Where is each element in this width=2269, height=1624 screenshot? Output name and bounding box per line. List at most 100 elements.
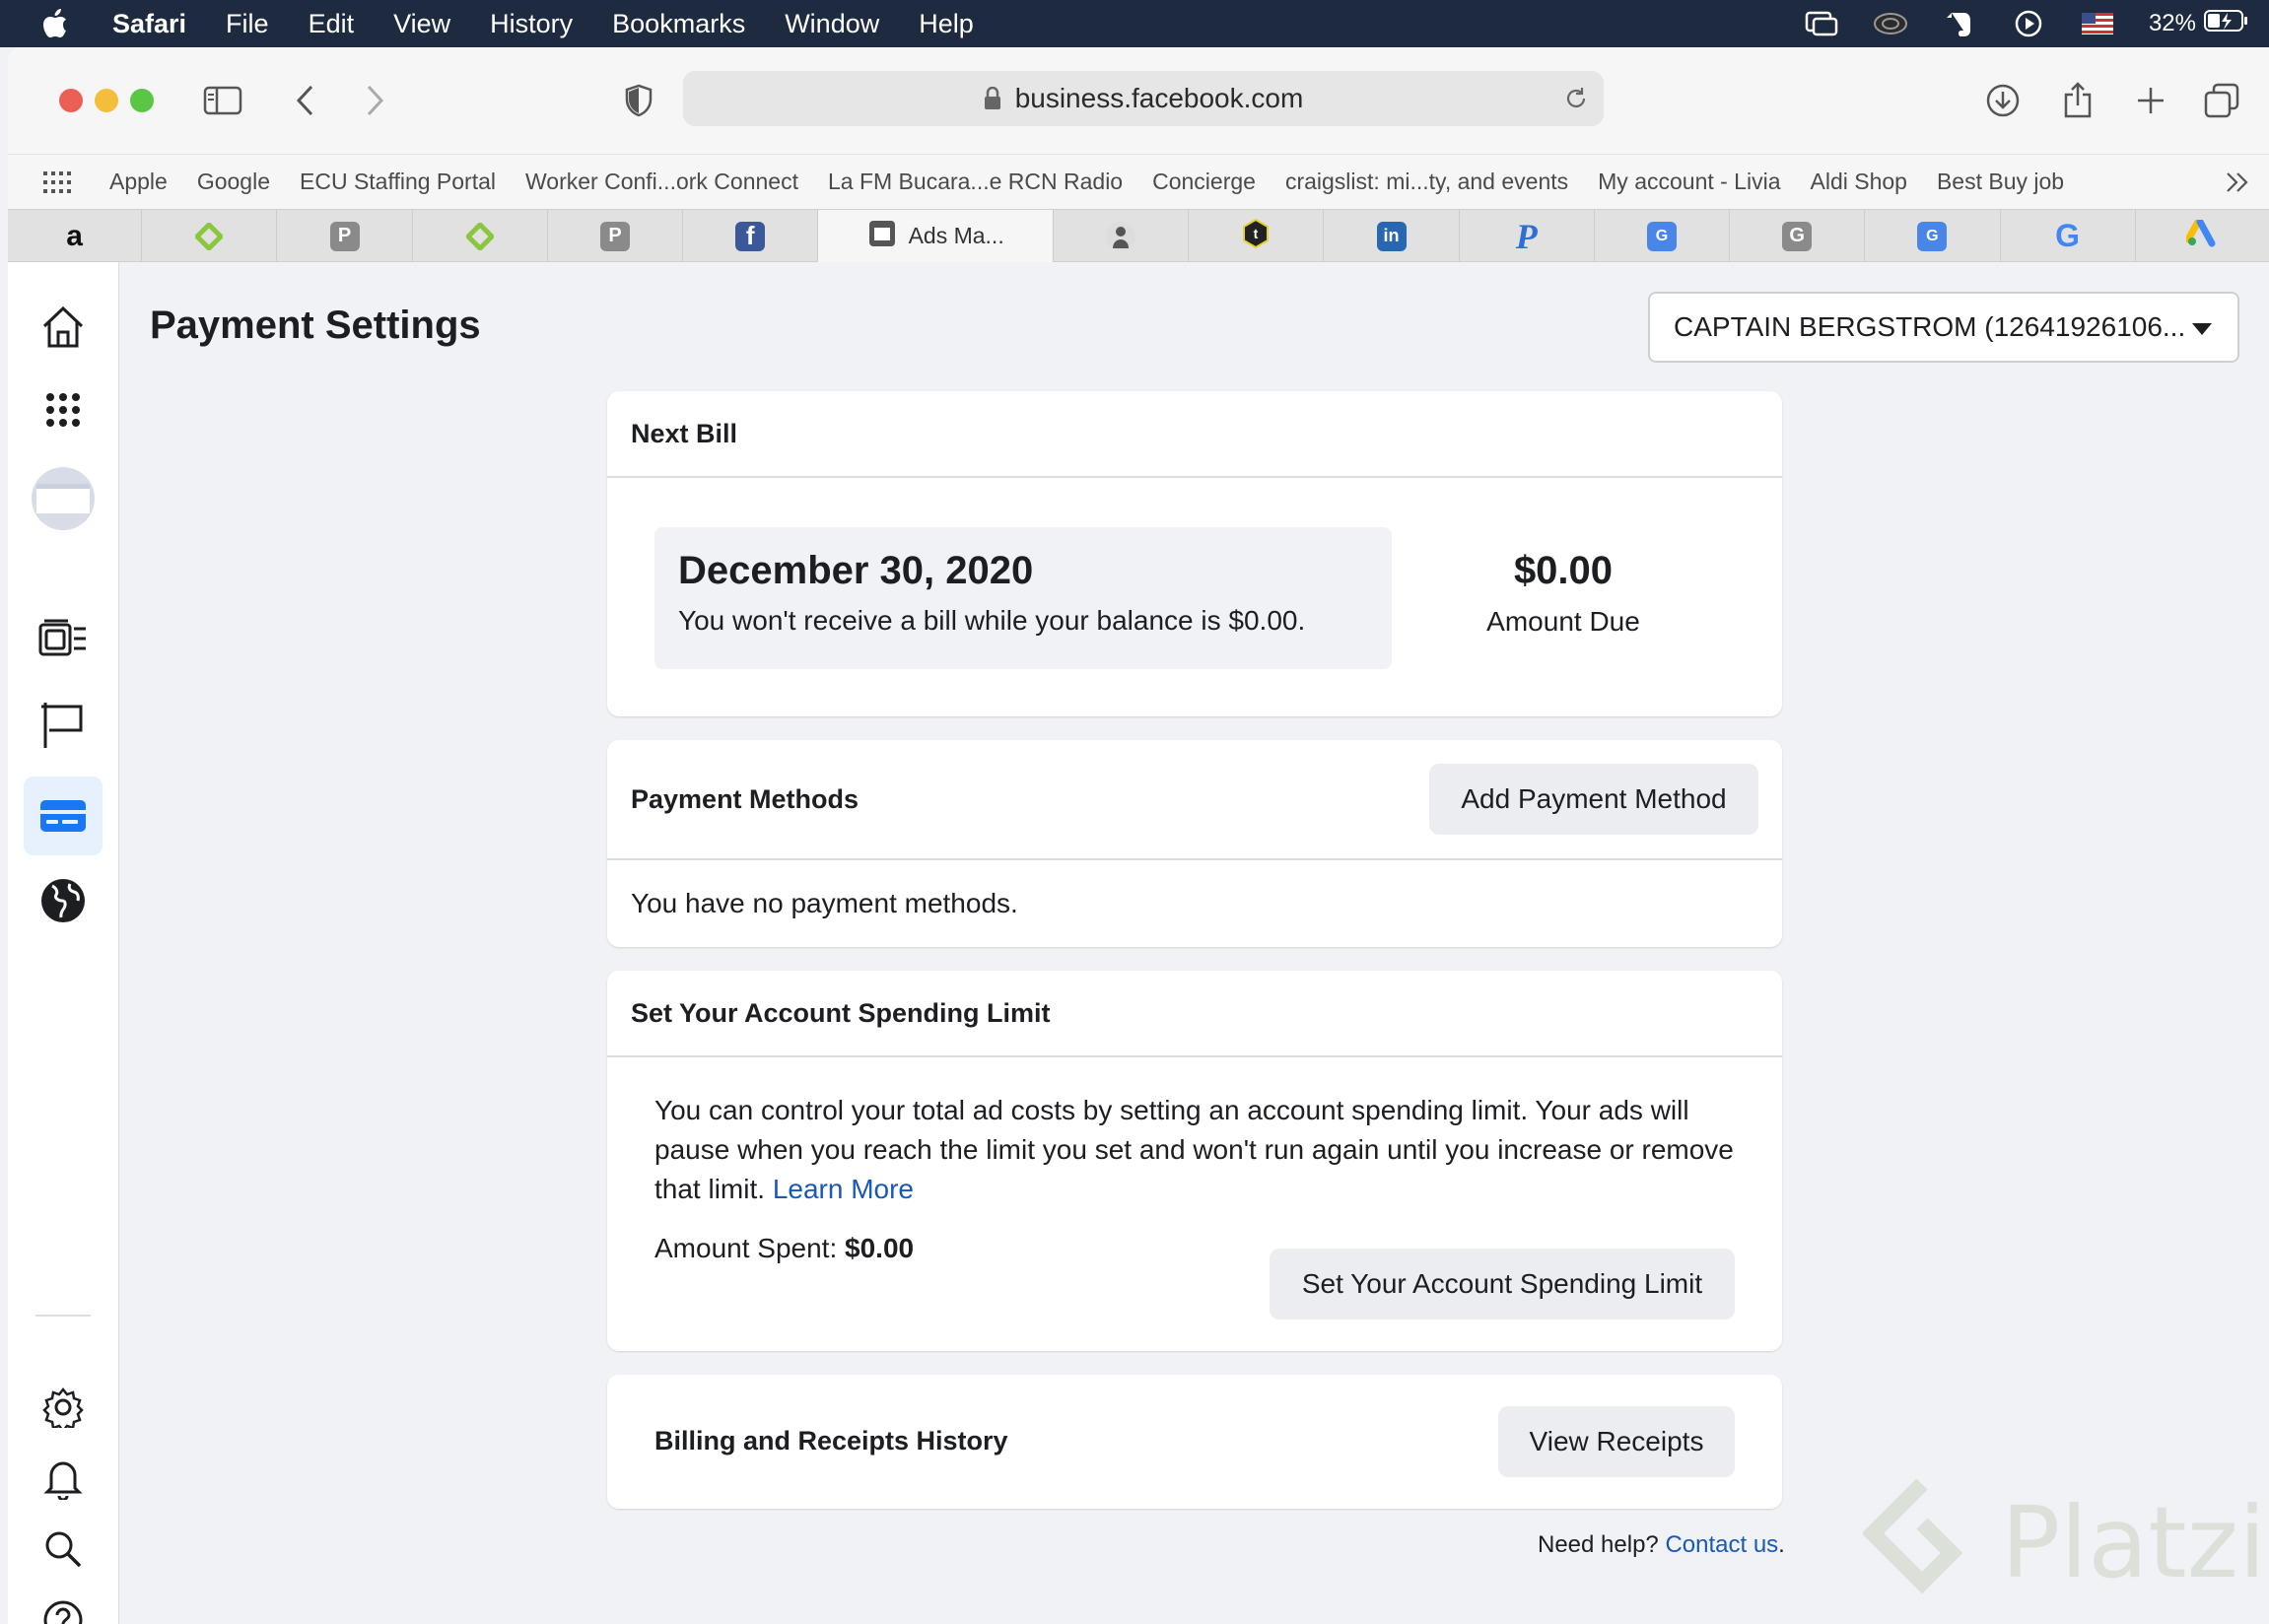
notifications-bell-icon[interactable]	[24, 1439, 103, 1518]
search-icon[interactable]	[24, 1510, 103, 1589]
tab-linkedin[interactable]: in	[1324, 210, 1460, 262]
green-diamond-icon	[194, 222, 224, 251]
bookmark-ecu-staffing[interactable]: ECU Staffing Portal	[285, 169, 511, 195]
avatar-icon	[1106, 221, 1136, 251]
campaigns-icon[interactable]	[24, 599, 103, 678]
view-receipts-button[interactable]: View Receipts	[1498, 1406, 1735, 1477]
play-circle-icon[interactable]	[2011, 9, 2046, 38]
paypal-icon: P	[1515, 216, 1538, 256]
no-payment-methods-text: You have no payment methods.	[631, 888, 1018, 918]
settings-gear-icon[interactable]	[24, 1368, 103, 1447]
menu-safari[interactable]: Safari	[83, 0, 206, 47]
flag-icon[interactable]	[24, 686, 103, 765]
tab-upwork-2[interactable]	[413, 210, 548, 262]
bookmark-apple[interactable]: Apple	[95, 169, 182, 195]
bookmark-my-account[interactable]: My account - Livia	[1583, 169, 1795, 195]
new-tab-plus-icon[interactable]	[2125, 75, 2176, 126]
spending-limit-heading: Set Your Account Spending Limit	[607, 971, 1782, 1057]
tab-g-gray[interactable]: G	[1730, 210, 1866, 262]
ad-account-selector[interactable]: CAPTAIN BERGSTROM (12641926106...	[1648, 292, 2239, 363]
back-arrow-icon[interactable]	[280, 75, 331, 126]
bookmark-worker-connect[interactable]: Worker Confi...ork Connect	[511, 169, 813, 195]
globe-icon[interactable]	[24, 861, 103, 940]
tab-facebook[interactable]: f	[683, 210, 819, 262]
tab-t[interactable]: t	[1189, 210, 1325, 262]
ads-manager-icon	[867, 219, 897, 254]
business-sidebar	[8, 262, 119, 1624]
billing-history-heading: Billing and Receipts History	[654, 1426, 1008, 1455]
google-ads-icon	[2184, 218, 2218, 253]
us-flag-input-icon[interactable]	[2080, 9, 2115, 38]
screen-mirroring-icon[interactable]	[1804, 9, 1839, 38]
bookmark-craigslist[interactable]: craigslist: mi...ty, and events	[1271, 169, 1583, 195]
platzi-watermark: Platzi	[1863, 1478, 2266, 1606]
minimize-window-button[interactable]	[95, 89, 118, 112]
tab-ads-manager[interactable]: Ads Ma...	[818, 210, 1054, 262]
svg-text:t: t	[1254, 226, 1259, 241]
close-window-button[interactable]	[59, 89, 83, 112]
menu-edit[interactable]: Edit	[289, 0, 375, 47]
grid-apps-icon[interactable]	[35, 161, 79, 204]
fullscreen-window-button[interactable]	[130, 89, 154, 112]
g-letter-icon: G	[1782, 221, 1813, 251]
set-spending-limit-button[interactable]: Set Your Account Spending Limit	[1270, 1249, 1735, 1320]
amount-spent-label: Amount Spent:	[654, 1233, 838, 1263]
bill-date: December 30, 2020	[678, 549, 1034, 592]
battery-charging-icon[interactable]	[2204, 9, 2249, 39]
help-footer: Need help? Contact us.	[1538, 1531, 1785, 1559]
sidebar-toggle-icon[interactable]	[197, 75, 248, 126]
bookmark-la-fm[interactable]: La FM Bucara...e RCN Radio	[813, 169, 1137, 195]
tab-overview-icon[interactable]	[2196, 75, 2247, 126]
bookmark-google[interactable]: Google	[182, 169, 285, 195]
linkedin-icon: in	[1376, 221, 1407, 251]
t-hexagon-icon: t	[1240, 218, 1272, 255]
add-payment-method-button[interactable]: Add Payment Method	[1429, 764, 1758, 835]
lock-icon	[984, 87, 1001, 110]
contact-us-link[interactable]: Contact us	[1665, 1531, 1778, 1558]
share-icon[interactable]	[2052, 75, 2103, 126]
reload-icon[interactable]	[1560, 83, 1592, 114]
menu-history[interactable]: History	[470, 0, 592, 47]
bookmark-concierge[interactable]: Concierge	[1137, 169, 1271, 195]
facebook-icon: f	[735, 221, 766, 251]
apple-logo-icon[interactable]	[28, 0, 83, 47]
next-bill-card: Next Bill December 30, 2020 You won't re…	[607, 391, 1782, 716]
creative-cloud-icon[interactable]	[1873, 9, 1908, 38]
tab-translate-1[interactable]: G	[1595, 210, 1731, 262]
downloads-icon[interactable]	[1977, 75, 2028, 126]
next-bill-details: December 30, 2020 You won't receive a bi…	[654, 527, 1392, 669]
help-question-icon[interactable]	[24, 1581, 103, 1624]
tab-upwork-1[interactable]	[142, 210, 278, 262]
google-icon: G	[2055, 218, 2081, 253]
menu-window[interactable]: Window	[765, 0, 899, 47]
learn-more-link[interactable]: Learn More	[773, 1174, 914, 1204]
payment-methods-heading: Payment Methods	[631, 783, 859, 814]
tab-paypal[interactable]: P	[1460, 210, 1595, 262]
menu-bookmarks[interactable]: Bookmarks	[592, 0, 765, 47]
tab-translate-2[interactable]: G	[1865, 210, 2001, 262]
menu-view[interactable]: View	[374, 0, 470, 47]
battery-percentage: 32%	[2148, 10, 2196, 36]
privacy-shield-icon[interactable]	[613, 75, 664, 126]
tab-google-ads[interactable]	[2136, 210, 2269, 262]
account-avatar[interactable]	[24, 459, 103, 538]
tab-p-1[interactable]: P	[277, 210, 413, 262]
bookmark-best-buy[interactable]: Best Buy job	[1922, 169, 2079, 195]
tab-amazon[interactable]: a	[8, 210, 143, 262]
tab-google[interactable]: G	[2001, 210, 2136, 262]
home-icon[interactable]	[24, 288, 103, 367]
google-translate-icon: G	[1917, 221, 1948, 251]
spending-limit-description: You can control your total ad costs by s…	[654, 1091, 1758, 1209]
bookmark-aldi[interactable]: Aldi Shop	[1796, 169, 1922, 195]
more-bookmarks-chevron-icon[interactable]	[2220, 165, 2255, 200]
address-bar[interactable]: business.facebook.com	[683, 71, 1604, 126]
billing-card-icon[interactable]	[24, 777, 103, 855]
menu-help[interactable]: Help	[899, 0, 994, 47]
tab-p-2[interactable]: P	[548, 210, 684, 262]
evernote-icon[interactable]	[1942, 9, 1977, 38]
all-tools-grid-icon[interactable]	[24, 371, 103, 449]
tab-profile[interactable]	[1054, 210, 1190, 262]
menu-file[interactable]: File	[206, 0, 289, 47]
green-diamond-icon	[465, 222, 495, 251]
forward-arrow-icon[interactable]	[349, 75, 400, 126]
